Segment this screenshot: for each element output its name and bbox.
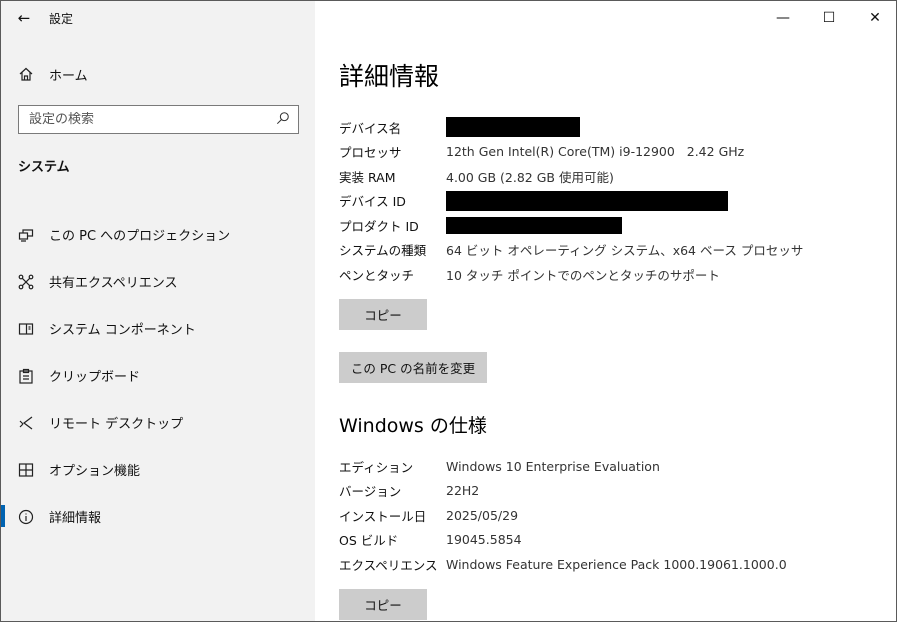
spec-row-ram: 実装 RAM 4.00 GB (2.82 GB 使用可能) xyxy=(339,164,803,189)
search-input[interactable] xyxy=(29,112,259,127)
spec-label: 実装 RAM xyxy=(339,169,396,185)
spec-row-experience: エクスペリエンス Windows Feature Experience Pack… xyxy=(339,552,787,577)
copy-windows-specs-button[interactable]: コピー xyxy=(339,589,427,620)
sidebar-item-label: ホーム xyxy=(49,68,88,84)
sidebar-item-home[interactable]: ホーム xyxy=(1,59,315,89)
close-button[interactable]: ✕ xyxy=(852,1,896,35)
sidebar-nav: この PC へのプロジェクション 共有エクスペリエンス システム コンポーネント… xyxy=(1,211,315,540)
spec-value: 19045.5854 xyxy=(446,532,522,548)
maximize-icon: ☐ xyxy=(822,10,836,26)
spec-label: OS ビルド xyxy=(339,533,399,549)
home-icon xyxy=(1,66,47,82)
copy-device-specs-button[interactable]: コピー xyxy=(339,299,427,330)
sidebar-item-label: システム コンポーネント xyxy=(49,323,196,338)
spec-value: Windows 10 Enterprise Evaluation xyxy=(446,458,660,474)
sidebar-item-label: 詳細情報 xyxy=(49,511,102,526)
spec-row-pen-touch: ペンとタッチ 10 タッチ ポイントでのペンとタッチのサポート xyxy=(339,262,803,287)
sidebar-item-clipboard[interactable]: クリップボード xyxy=(1,352,315,399)
search-box[interactable] xyxy=(18,105,299,134)
spec-value: Windows Feature Experience Pack 1000.190… xyxy=(446,556,787,572)
sidebar-item-optional-features[interactable]: オプション機能 xyxy=(1,446,315,493)
sidebar-item-remote-desktop[interactable]: リモート デスクトップ xyxy=(1,399,315,446)
redacted-value xyxy=(446,216,622,234)
spec-row-os-build: OS ビルド 19045.5854 xyxy=(339,528,787,553)
spec-label: エクスペリエンス xyxy=(339,557,438,573)
remote-desktop-icon xyxy=(1,415,47,431)
spec-label: システムの種類 xyxy=(339,243,427,259)
titlebar-left: ← 設定 xyxy=(1,1,315,35)
redacted-value xyxy=(446,117,580,138)
sidebar-item-about[interactable]: 詳細情報 xyxy=(1,493,315,540)
app-title: 設定 xyxy=(49,11,74,26)
windows-specs: エディション Windows 10 Enterprise Evaluation … xyxy=(339,454,787,577)
sidebar-item-label: 共有エクスペリエンス xyxy=(49,276,178,291)
back-button[interactable]: ← xyxy=(1,1,47,35)
spec-label: デバイス名 xyxy=(339,120,402,136)
spec-row-processor: プロセッサ 12th Gen Intel(R) Core(TM) i9-1290… xyxy=(339,140,803,165)
window-controls: — ☐ ✕ xyxy=(760,1,896,35)
settings-window: ← 設定 ホーム システム この PC へのプロジェクション xyxy=(0,0,897,622)
info-icon xyxy=(1,509,47,525)
spec-row-system-type: システムの種類 64 ビット オペレーティング システム、x64 ベース プロセ… xyxy=(339,238,803,263)
spec-row-edition: エディション Windows 10 Enterprise Evaluation xyxy=(339,454,787,479)
sidebar-item-label: オプション機能 xyxy=(49,464,141,479)
sidebar: ← 設定 ホーム システム この PC へのプロジェクション xyxy=(1,1,315,621)
sidebar-item-label: クリップボード xyxy=(49,370,141,385)
sidebar-item-system-components[interactable]: システム コンポーネント xyxy=(1,305,315,352)
sidebar-item-projection[interactable]: この PC へのプロジェクション xyxy=(1,211,315,258)
spec-value: 2025/05/29 xyxy=(446,507,519,523)
sidebar-section-label: システム xyxy=(18,160,70,175)
rename-pc-button[interactable]: この PC の名前を変更 xyxy=(339,352,487,383)
content-pane: — ☐ ✕ 詳細情報 デバイス名 プロセッサ 12th Gen Intel(R)… xyxy=(315,1,896,621)
spec-label: デバイス ID xyxy=(339,194,406,210)
back-arrow-icon: ← xyxy=(17,9,31,27)
shared-experience-icon xyxy=(1,274,47,290)
spec-row-install-date: インストール日 2025/05/29 xyxy=(339,503,787,528)
spec-label: プロダクト ID xyxy=(339,218,419,234)
spec-value: 4.00 GB (2.82 GB 使用可能) xyxy=(446,169,614,185)
spec-value: 10 タッチ ポイントでのペンとタッチのサポート xyxy=(446,267,720,283)
spec-label: インストール日 xyxy=(339,508,427,524)
minimize-button[interactable]: — xyxy=(760,1,806,35)
spec-label: バージョン xyxy=(339,484,402,500)
maximize-button[interactable]: ☐ xyxy=(806,1,852,35)
spec-row-device-name: デバイス名 xyxy=(339,115,803,140)
spec-label: プロセッサ xyxy=(339,145,402,161)
spec-row-device-id: デバイス ID xyxy=(339,189,803,214)
search-icon[interactable] xyxy=(276,110,290,129)
redacted-value xyxy=(446,190,728,211)
spec-label: エディション xyxy=(339,459,414,475)
minimize-icon: — xyxy=(776,10,790,26)
spec-row-product-id: プロダクト ID xyxy=(339,213,803,238)
clipboard-icon xyxy=(1,368,47,384)
page-title: 詳細情報 xyxy=(339,62,440,91)
spec-value: 64 ビット オペレーティング システム、x64 ベース プロセッサ xyxy=(446,243,804,259)
device-specs: デバイス名 プロセッサ 12th Gen Intel(R) Core(TM) i… xyxy=(339,115,803,287)
system-components-icon xyxy=(1,321,47,337)
sidebar-item-label: リモート デスクトップ xyxy=(49,417,184,432)
sidebar-item-label: この PC へのプロジェクション xyxy=(49,229,231,244)
spec-label: ペンとタッチ xyxy=(339,267,415,283)
spec-value: 12th Gen Intel(R) Core(TM) i9-12900 2.42… xyxy=(446,144,745,160)
close-icon: ✕ xyxy=(869,10,881,26)
spec-row-version: バージョン 22H2 xyxy=(339,479,787,504)
spec-value: 22H2 xyxy=(446,483,480,499)
optional-features-icon xyxy=(1,462,47,478)
windows-spec-heading: Windows の仕様 xyxy=(339,415,487,437)
sidebar-item-shared-experience[interactable]: 共有エクスペリエンス xyxy=(1,258,315,305)
projection-icon xyxy=(1,227,47,243)
